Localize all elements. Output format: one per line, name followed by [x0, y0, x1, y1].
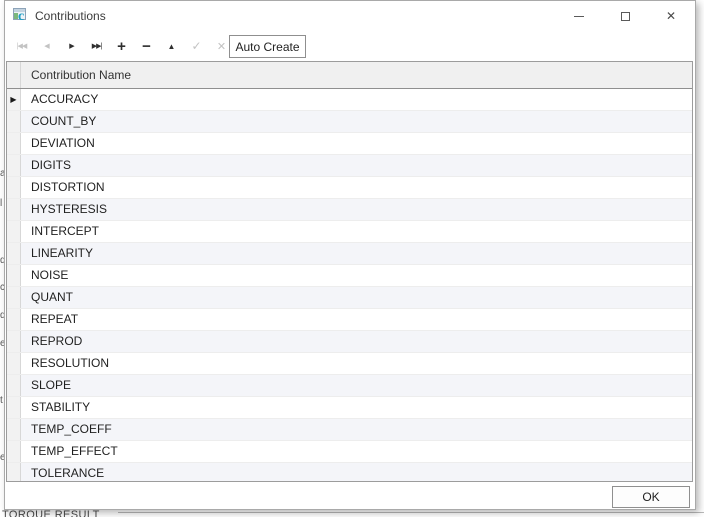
window-controls: ✕: [556, 1, 694, 31]
close-button[interactable]: ✕: [648, 1, 694, 31]
contribution-name-cell: RESOLUTION: [21, 353, 692, 374]
db-navigator-toolbar: |◀◀ ◀ ▶ ▶▶| + − ▲ ✓ ✕ Auto Create: [5, 31, 695, 61]
contribution-name-cell: TEMP_EFFECT: [21, 441, 692, 462]
contribution-name-cell: TOLERANCE: [21, 463, 692, 482]
row-indicator-cell: [7, 177, 21, 198]
nav-next-button[interactable]: ▶: [59, 34, 84, 58]
table-row[interactable]: REPEAT: [7, 309, 692, 331]
table-row[interactable]: DIGITS: [7, 155, 692, 177]
row-indicator-cell: [7, 221, 21, 242]
ok-button[interactable]: OK: [612, 486, 690, 508]
table-row[interactable]: LINEARITY: [7, 243, 692, 265]
row-indicator-cell: [7, 419, 21, 440]
contribution-name-cell: DEVIATION: [21, 133, 692, 154]
contribution-name-cell: REPEAT: [21, 309, 692, 330]
contribution-name-cell: HYSTERESIS: [21, 199, 692, 220]
contributions-grid: Contribution Name ▶ ACCURACY COUNT_BY DE…: [6, 61, 693, 482]
contribution-name-cell: ACCURACY: [21, 89, 692, 110]
contribution-name-cell: LINEARITY: [21, 243, 692, 264]
nav-prior-button[interactable]: ◀: [34, 34, 59, 58]
grid-header-row: Contribution Name: [7, 62, 692, 89]
contributions-dialog: c Contributions ✕ |◀◀ ◀ ▶ ▶▶|: [4, 0, 696, 510]
current-row-indicator: ▶: [10, 96, 16, 104]
nav-first-button[interactable]: |◀◀: [9, 34, 34, 58]
indicator-column-header: [7, 62, 21, 88]
minimize-icon: [574, 16, 584, 17]
row-indicator-cell: [7, 397, 21, 418]
table-row[interactable]: ▶ ACCURACY: [7, 89, 692, 111]
row-indicator-cell: [7, 441, 21, 462]
contribution-name-cell: NOISE: [21, 265, 692, 286]
row-indicator-cell: [7, 287, 21, 308]
row-indicator-cell: [7, 375, 21, 396]
table-row[interactable]: INTERCEPT: [7, 221, 692, 243]
table-row[interactable]: RESOLUTION: [7, 353, 692, 375]
row-indicator-cell: [7, 309, 21, 330]
nav-last-button[interactable]: ▶▶|: [84, 34, 109, 58]
table-row[interactable]: DISTORTION: [7, 177, 692, 199]
screen: a l d c d e t e TORQUE RESULT c Contribu…: [0, 0, 704, 517]
title-bar[interactable]: c Contributions ✕: [5, 1, 695, 31]
contribution-name-cell: TEMP_COEFF: [21, 419, 692, 440]
contribution-name-cell: COUNT_BY: [21, 111, 692, 132]
row-indicator-cell: [7, 111, 21, 132]
app-icon-letter: c: [18, 10, 24, 24]
contribution-name-cell: REPROD: [21, 331, 692, 352]
table-row[interactable]: TEMP_COEFF: [7, 419, 692, 441]
maximize-icon: [621, 12, 630, 21]
table-row[interactable]: NOISE: [7, 265, 692, 287]
nav-edit-button[interactable]: ▲: [159, 34, 184, 58]
table-row[interactable]: DEVIATION: [7, 133, 692, 155]
window-title: Contributions: [35, 1, 106, 31]
minimize-button[interactable]: [556, 1, 602, 31]
auto-create-button[interactable]: Auto Create: [229, 35, 306, 58]
row-indicator-cell: [7, 243, 21, 264]
table-row[interactable]: HYSTERESIS: [7, 199, 692, 221]
app-icon: c: [13, 8, 29, 24]
contribution-name-cell: QUANT: [21, 287, 692, 308]
contribution-name-cell: DIGITS: [21, 155, 692, 176]
contribution-name-cell: SLOPE: [21, 375, 692, 396]
bg-groupbox-line: [118, 512, 704, 513]
table-row[interactable]: STABILITY: [7, 397, 692, 419]
row-indicator-cell: [7, 463, 21, 482]
nav-post-button[interactable]: ✓: [184, 34, 209, 58]
row-indicator-cell: [7, 199, 21, 220]
row-indicator-cell: ▶: [7, 89, 21, 110]
row-indicator-cell: [7, 353, 21, 374]
row-indicator-cell: [7, 331, 21, 352]
nav-delete-button[interactable]: −: [134, 34, 159, 58]
close-icon: ✕: [666, 10, 676, 22]
nav-insert-button[interactable]: +: [109, 34, 134, 58]
table-row[interactable]: TOLERANCE: [7, 463, 692, 482]
column-header-contribution-name: Contribution Name: [21, 62, 692, 88]
row-indicator-cell: [7, 133, 21, 154]
table-row[interactable]: QUANT: [7, 287, 692, 309]
table-row[interactable]: TEMP_EFFECT: [7, 441, 692, 463]
contribution-name-cell: INTERCEPT: [21, 221, 692, 242]
nav-button-row: |◀◀ ◀ ▶ ▶▶| + − ▲ ✓ ✕: [9, 34, 234, 58]
table-row[interactable]: SLOPE: [7, 375, 692, 397]
row-indicator-cell: [7, 265, 21, 286]
bg-groupbox-label: TORQUE RESULT: [2, 509, 100, 517]
contribution-name-cell: DISTORTION: [21, 177, 692, 198]
contribution-name-cell: STABILITY: [21, 397, 692, 418]
row-indicator-cell: [7, 155, 21, 176]
table-row[interactable]: COUNT_BY: [7, 111, 692, 133]
table-row[interactable]: REPROD: [7, 331, 692, 353]
maximize-button[interactable]: [602, 1, 648, 31]
